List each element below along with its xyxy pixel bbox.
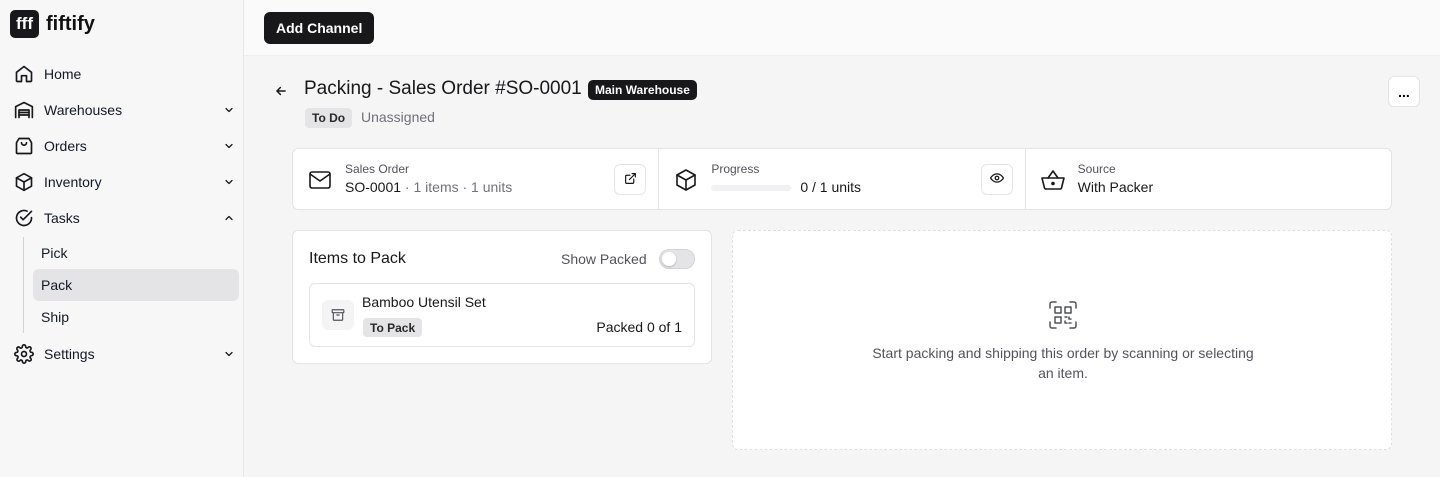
progress-bar — [711, 185, 792, 191]
add-channel-button[interactable]: Add Channel — [264, 12, 375, 44]
submenu-divider — [23, 237, 24, 333]
toggle-knob — [662, 252, 676, 266]
chevron-down-icon[interactable] — [219, 104, 239, 116]
basket-icon — [1040, 167, 1066, 193]
box-icon — [12, 170, 36, 194]
scan-qr-icon — [1049, 301, 1077, 329]
items-panel-title: Items to Pack — [309, 250, 406, 267]
sales-order-detail: · 1 items · 1 units — [401, 179, 513, 195]
progress-value: 0 / 1 units — [800, 179, 862, 195]
sidebar-subitem-pack[interactable]: Pack — [33, 269, 239, 301]
item-name: Bamboo Utensil Set — [362, 294, 486, 310]
sidebar-item-label: Settings — [44, 346, 95, 362]
mail-icon — [307, 167, 333, 193]
sidebar-item-label: Warehouses — [44, 102, 123, 118]
chevron-down-icon[interactable] — [219, 348, 239, 360]
sidebar-item-orders[interactable]: Orders — [12, 130, 239, 162]
sidebar-item-label: Tasks — [44, 210, 80, 226]
sidebar-item-label: Orders — [44, 138, 87, 154]
sidebar-subitem-ship[interactable]: Ship — [33, 301, 239, 333]
topbar: Add Channel — [244, 0, 1440, 56]
sidebar-subitem-label: Pack — [41, 277, 73, 293]
show-packed-label: Show Packed — [561, 251, 647, 267]
box-icon — [673, 167, 699, 193]
list-item[interactable]: Bamboo Utensil Set To Pack Packed 0 of 1 — [309, 283, 695, 347]
scan-empty-state: Start packing and shipping this order by… — [732, 230, 1392, 450]
ellipsis-icon: ... — [1398, 83, 1410, 100]
sidebar-subitem-label: Ship — [41, 309, 70, 325]
clipboard-icon — [12, 134, 36, 158]
sidebar-item-label: Inventory — [44, 174, 102, 190]
back-arrow-icon[interactable] — [272, 82, 290, 100]
warehouse-icon — [12, 98, 36, 122]
items-to-pack-panel: Items to Pack Show Packed Bamboo Utensil… — [292, 230, 712, 364]
sidebar-subitem-label: Pick — [41, 245, 68, 261]
page-title: Packing - Sales Order #SO-0001 — [304, 78, 582, 99]
archive-icon — [322, 300, 354, 330]
assignee-text[interactable]: Unassigned — [361, 109, 435, 125]
sidebar-item-tasks[interactable]: Tasks — [12, 202, 239, 234]
status-badge: To Do — [305, 108, 353, 128]
chevron-up-icon[interactable] — [219, 212, 239, 224]
sidebar-item-settings[interactable]: Settings — [12, 338, 239, 370]
chevron-down-icon[interactable] — [219, 140, 239, 152]
sales-order-label: Sales Order — [345, 162, 410, 176]
brand[interactable]: fff fiftify — [10, 10, 95, 38]
source-value: With Packer — [1077, 179, 1154, 195]
source-cell: Source With Packer — [1026, 149, 1391, 209]
scan-instructions: Start packing and shipping this order by… — [872, 345, 1254, 381]
gear-icon — [12, 342, 36, 366]
sidebar-subitem-pick[interactable]: Pick — [33, 237, 239, 269]
open-sales-order-button[interactable] — [614, 164, 647, 195]
chevron-down-icon[interactable] — [219, 176, 239, 188]
eye-icon — [989, 171, 1004, 188]
sidebar-item-warehouses[interactable]: Warehouses — [12, 94, 239, 126]
source-label: Source — [1077, 162, 1116, 176]
sidebar-item-inventory[interactable]: Inventory — [12, 166, 239, 198]
more-options-button[interactable]: ... — [1388, 76, 1420, 107]
brand-name: fiftify — [46, 12, 95, 35]
check-circle-icon — [12, 206, 36, 230]
progress-cell: Progress 0 / 1 units — [659, 149, 1026, 209]
show-packed-toggle[interactable] — [659, 249, 695, 269]
order-info-card: Sales Order SO-0001 · 1 items · 1 units … — [292, 148, 1392, 210]
home-icon — [12, 62, 36, 86]
brand-logo: fff — [10, 10, 39, 38]
sidebar-item-home[interactable]: Home — [12, 58, 239, 90]
progress-label: Progress — [711, 162, 760, 176]
sales-order-value: SO-0001 · 1 items · 1 units — [345, 179, 512, 195]
sales-order-number[interactable]: SO-0001 — [345, 179, 401, 195]
sales-order-cell: Sales Order SO-0001 · 1 items · 1 units — [293, 149, 660, 209]
external-link-icon — [624, 172, 637, 188]
view-progress-button[interactable] — [980, 164, 1013, 195]
warehouse-badge: Main Warehouse — [588, 80, 697, 100]
sidebar: fff fiftify Home Warehouses Orders Inven… — [0, 0, 244, 477]
sidebar-item-label: Home — [44, 66, 82, 82]
item-packed-count: Packed 0 of 1 — [596, 319, 682, 335]
item-status-badge: To Pack — [363, 318, 423, 337]
